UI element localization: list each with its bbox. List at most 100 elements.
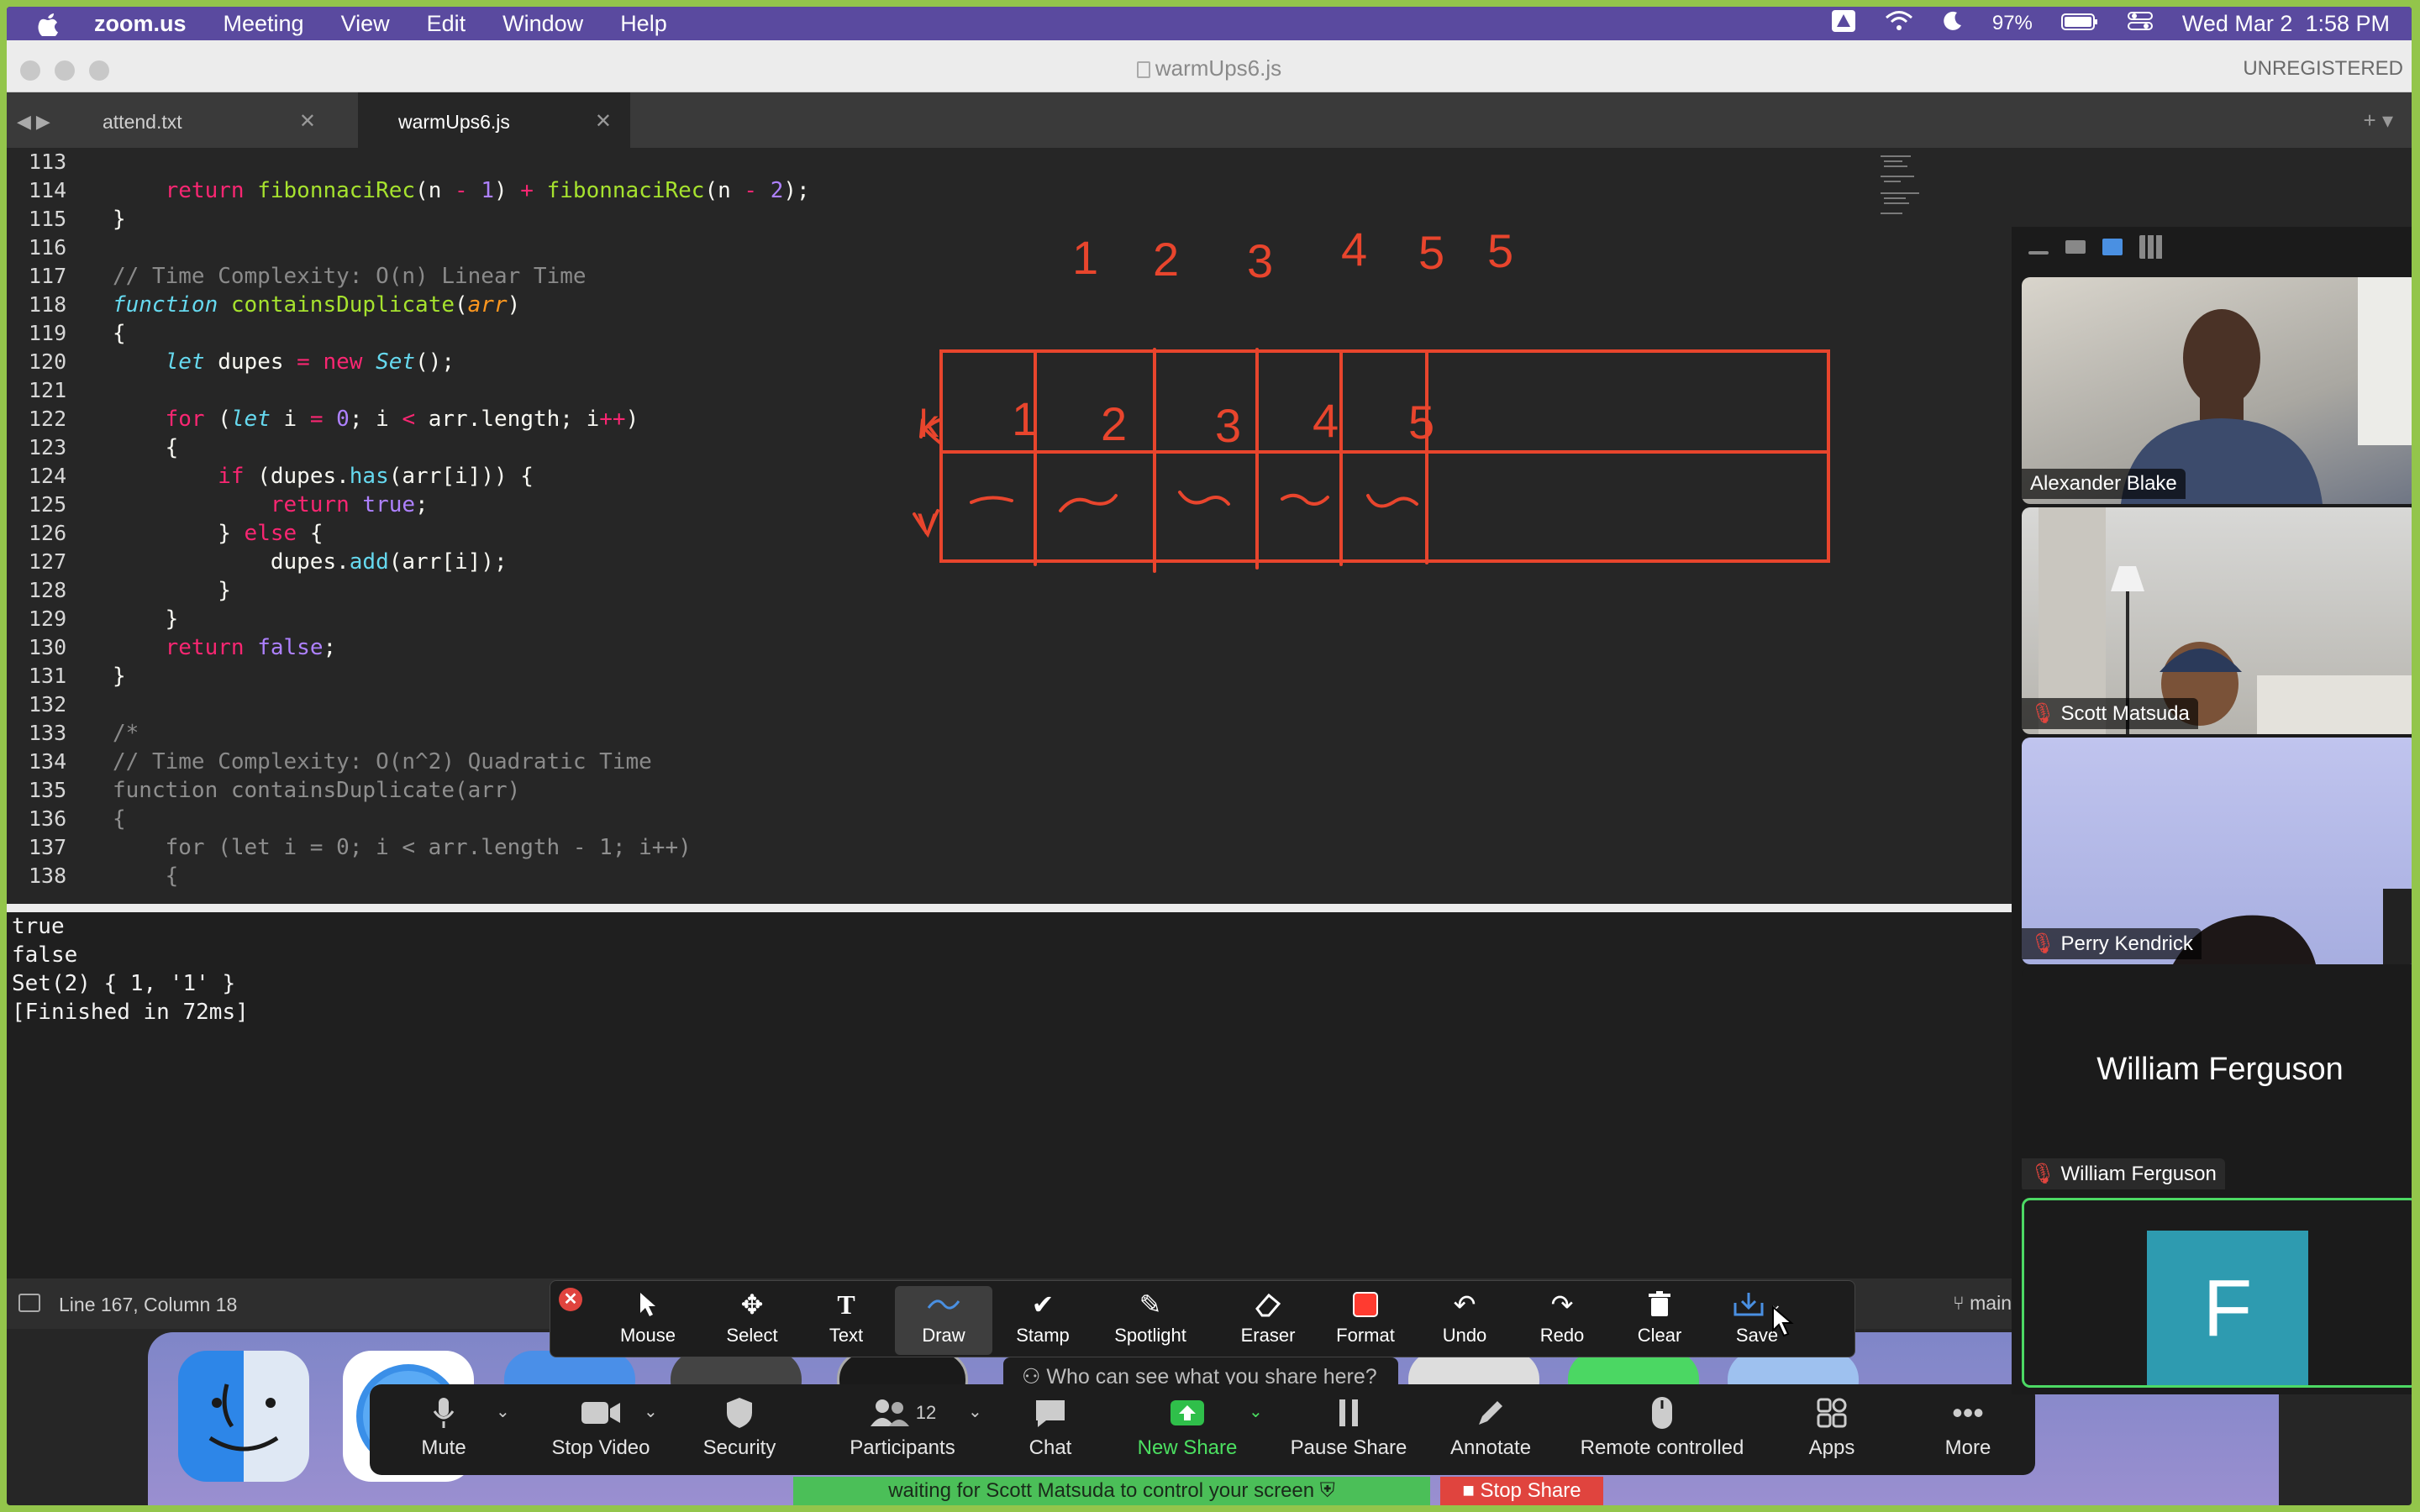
pause-share-button[interactable]: Pause Share — [1286, 1389, 1412, 1472]
tool-stamp[interactable]: ✔ Stamp — [994, 1286, 1092, 1355]
finder-icon[interactable] — [178, 1351, 309, 1482]
menu-window[interactable]: Window — [502, 11, 583, 37]
annotation-toolbar: ✕ Mouse ✥ Select T Text Draw ✔ Stamp ✎ Spotl… — [550, 1280, 1855, 1357]
line-number: 134 — [29, 749, 67, 774]
gallery-grid-icon[interactable] — [2139, 235, 2163, 259]
shield-check-icon: ⛨ — [1319, 1479, 1335, 1502]
tool-clear[interactable]: Clear — [1611, 1286, 1708, 1355]
line-number: 123 — [29, 435, 67, 459]
speaker-view-icon[interactable] — [2065, 240, 2086, 254]
battery-icon[interactable] — [2060, 11, 2098, 37]
participants-chevron-icon[interactable]: ⌄ — [968, 1401, 982, 1422]
drive-icon[interactable] — [1831, 9, 1856, 39]
chat-button[interactable]: Chat — [1012, 1389, 1089, 1472]
minimap[interactable] — [1877, 151, 1936, 227]
tool-draw[interactable]: Draw — [895, 1286, 992, 1355]
more-button[interactable]: ••• More — [1934, 1389, 2002, 1472]
annotate-button[interactable]: Annotate — [1442, 1389, 1539, 1472]
code-line: } — [113, 207, 126, 232]
menu-help[interactable]: Help — [620, 11, 667, 37]
tab-warmups6[interactable]: warmUps6.js ✕ — [358, 92, 630, 148]
tool-format[interactable]: Format — [1317, 1286, 1414, 1355]
code-line: } — [113, 578, 231, 603]
muted-mic-icon: 🎙 — [2030, 702, 2056, 725]
code-line: // Time Complexity: O(n^2) Quadratic Tim… — [113, 749, 652, 774]
mute-options-chevron-icon[interactable]: ⌄ — [496, 1401, 510, 1422]
menu-view[interactable]: View — [341, 11, 390, 37]
tool-mouse[interactable]: Mouse — [599, 1286, 697, 1355]
mute-button[interactable]: Mute — [410, 1389, 477, 1472]
wifi-icon[interactable] — [1885, 10, 1913, 38]
menu-meeting[interactable]: Meeting — [224, 11, 304, 37]
tab-nav-arrows[interactable]: ◀▶ — [17, 111, 55, 133]
squiggle-icon — [895, 1286, 992, 1323]
color-swatch-icon — [1317, 1286, 1414, 1323]
redo-icon: ↷ — [1550, 1289, 1574, 1320]
line-number: 128 — [29, 578, 67, 602]
line-number: 131 — [29, 664, 67, 688]
close-tab-icon[interactable]: ✕ — [299, 109, 316, 134]
pause-icon — [1286, 1389, 1412, 1436]
participants-button[interactable]: 12 Participants — [837, 1389, 968, 1472]
build-output[interactable]: true false Set(2) { 1, '1' } [Finished i… — [7, 904, 2012, 1282]
control-center-icon[interactable] — [2127, 10, 2154, 38]
git-branch[interactable]: ⑂ main — [1953, 1292, 2012, 1315]
panel-toggle-icon[interactable] — [18, 1294, 40, 1312]
video-options-chevron-icon[interactable]: ⌄ — [644, 1401, 658, 1422]
code-content[interactable]: return fibonnaciRec(n - 1) + fibonnaciRe… — [113, 148, 810, 890]
branch-icon: ⑂ — [1952, 1292, 1970, 1314]
share-options-chevron-icon[interactable]: ⌄ — [1249, 1401, 1263, 1422]
video-tile-scott[interactable]: 🎙 Scott Matsuda — [2022, 507, 2412, 734]
stop-square-icon: ■ — [1462, 1479, 1481, 1502]
pencil-icon — [1442, 1389, 1539, 1436]
close-annotation-icon[interactable]: ✕ — [559, 1288, 582, 1311]
video-tile-perry[interactable]: 🎙 Perry Kendrick — [2022, 738, 2412, 964]
apps-button[interactable]: Apps — [1798, 1389, 1865, 1472]
code-editor[interactable]: 113 114 115 116 117 118 119 120 121 122 123 124 125 1… — [7, 148, 2012, 904]
line-number: 138 — [29, 864, 67, 888]
security-button[interactable]: Security — [692, 1389, 786, 1472]
menubar-clock[interactable]: Wed Mar 2 1:58 PM — [2182, 11, 2390, 37]
cursor-position[interactable]: Line 167, Column 18 — [59, 1294, 237, 1316]
close-tab-icon[interactable]: ✕ — [595, 109, 612, 134]
video-tile-fabian[interactable]: F — [2022, 1198, 2412, 1388]
code-line: { — [113, 321, 126, 346]
checkmark-icon: ✔ — [1031, 1289, 1055, 1320]
tool-spotlight[interactable]: ✎ Spotlight — [1102, 1286, 1199, 1355]
apple-icon[interactable] — [35, 11, 60, 36]
text-t-icon: T — [837, 1289, 855, 1320]
stop-share-button[interactable]: ■ Stop Share — [1440, 1477, 1603, 1505]
new-tab-icon[interactable]: + ▾ — [2364, 108, 2393, 134]
tool-undo[interactable]: ↶ Undo — [1416, 1286, 1513, 1355]
muted-mic-icon: 🎙 — [2030, 932, 2056, 955]
participant-name-tag: 🎙 William Ferguson — [2022, 1158, 2225, 1189]
moon-icon[interactable] — [1942, 10, 1964, 38]
menu-edit[interactable]: Edit — [427, 11, 466, 37]
line-number: 114 — [29, 178, 67, 202]
new-share-button[interactable]: New Share — [1124, 1389, 1250, 1472]
file-icon — [1136, 61, 1150, 78]
minimize-icon[interactable] — [2028, 251, 2049, 255]
battery-percent: 97% — [1991, 12, 2033, 34]
tool-text[interactable]: T Text — [797, 1286, 895, 1355]
code-line: /* — [113, 721, 139, 746]
participants-gallery: Alexander Blake 🎙 Scott Matsuda 🎙 Perry Ke… — [2012, 227, 2412, 1394]
line-gutter: 113 114 115 116 117 118 119 120 121 122 123 124 125 1… — [7, 148, 108, 890]
tab-attend[interactable]: attend.txt ✕ — [62, 92, 334, 148]
tool-redo[interactable]: ↷ Redo — [1513, 1286, 1611, 1355]
tool-select[interactable]: ✥ Select — [703, 1286, 801, 1355]
code-line: { — [113, 864, 179, 889]
code-line: function containsDuplicate(arr) — [113, 778, 521, 803]
line-number: 130 — [29, 635, 67, 659]
video-tile-alexander[interactable]: Alexander Blake — [2022, 277, 2412, 504]
video-tile-william[interactable]: William Ferguson 🎙 William Ferguson — [2022, 968, 2412, 1194]
remote-controlled-button[interactable]: Remote controlled — [1573, 1389, 1751, 1472]
menu-app[interactable]: zoom.us — [94, 11, 187, 37]
tab-bar: ◀▶ attend.txt ✕ warmUps6.js ✕ + ▾ — [7, 92, 2412, 148]
line-number: 126 — [29, 521, 67, 545]
tool-eraser[interactable]: Eraser — [1219, 1286, 1317, 1355]
strip-view-icon[interactable] — [2102, 239, 2123, 255]
line-number: 137 — [29, 835, 67, 859]
